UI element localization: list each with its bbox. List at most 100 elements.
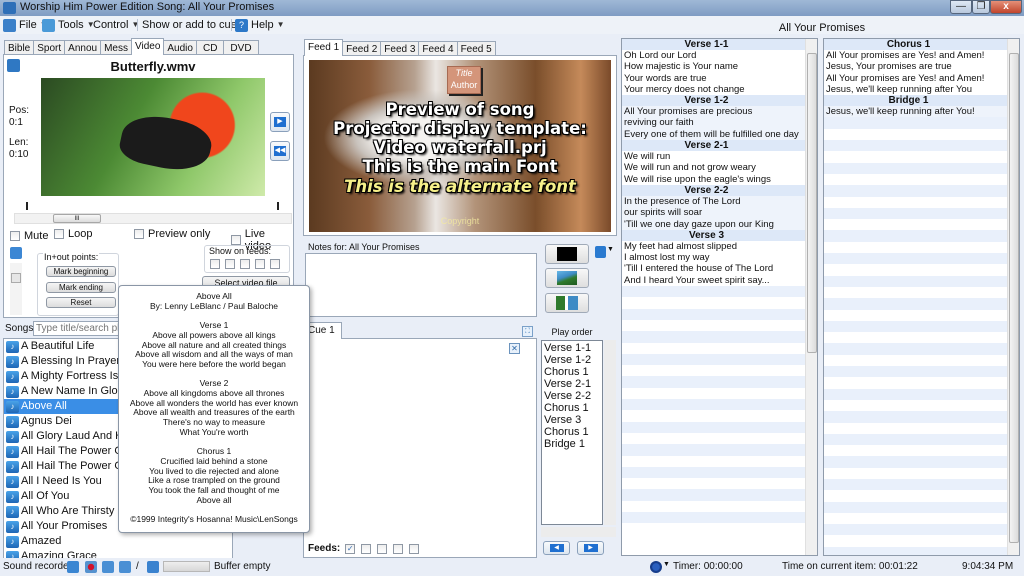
out-point-marker[interactable] [277, 202, 279, 210]
tab-feed-5[interactable]: Feed 5 [456, 41, 496, 56]
expand-icon[interactable]: ⛶ [522, 326, 533, 337]
lyric-line[interactable]: We will run [622, 151, 805, 162]
lyric-line[interactable]: Jesus, Your promises are true [824, 61, 1007, 72]
lyrics-left-scrollbar[interactable] [805, 39, 817, 555]
reset-button[interactable]: Reset [46, 297, 116, 308]
menu-control[interactable]: Control ▼ [93, 17, 139, 33]
lyric-line[interactable]: All Your promises are Yes! and Amen! [824, 50, 1007, 61]
play-order-item[interactable]: Chorus 1 [544, 402, 600, 414]
cue-feed-4-checkbox[interactable] [393, 543, 404, 554]
minimize-button[interactable]: — [950, 0, 972, 14]
lyric-line[interactable]: All Your promises are precious [622, 106, 805, 118]
rewind-button[interactable]: ◀◀ [270, 141, 290, 161]
lyric-line[interactable]: How majestic is Your name [622, 61, 805, 72]
loop-check[interactable] [54, 229, 64, 239]
play-order-item[interactable]: Bridge 1 [544, 438, 600, 450]
tab-video[interactable]: Video [130, 38, 165, 55]
menu-tools[interactable]: Tools ▼ [42, 17, 95, 33]
lyrics-left-scroll-thumb[interactable] [807, 53, 817, 353]
lyric-line[interactable]: Every one of them will be fulfilled one … [622, 128, 805, 141]
lyric-section-heading[interactable]: Verse 1-1 [622, 39, 805, 50]
tab-cd[interactable]: CD [195, 40, 225, 55]
play-order-list[interactable]: Verse 1-1 Verse 1-2 Chorus 1 Verse 2-1 Verse… [541, 340, 603, 525]
menu-help[interactable]: ? Help ▼ [235, 17, 285, 33]
tab-annou[interactable]: Annou [64, 40, 102, 55]
cue-feed-1-checkbox[interactable]: ✓ [345, 543, 356, 554]
lyric-line[interactable]: We will run and not grow weary [622, 162, 805, 173]
feed-5-check[interactable] [270, 259, 280, 269]
lyric-line[interactable]: reviving our faith [622, 117, 805, 129]
chevron-down-icon[interactable]: ▼ [663, 561, 670, 568]
scrollbar-thumb[interactable]: III [53, 214, 101, 223]
feed-2-check[interactable] [225, 259, 235, 269]
lyrics-right-scrollbar[interactable] [1007, 39, 1019, 555]
mark-ending-button[interactable]: Mark ending [46, 282, 116, 293]
tab-bible[interactable]: Bible [4, 40, 35, 55]
recorder-settings-icon[interactable] [67, 561, 79, 573]
open-recording-icon[interactable] [119, 561, 131, 573]
play-order-item[interactable]: Verse 2-1 [544, 378, 600, 390]
lyric-line[interactable]: And I heard Your sweet spirit say... [622, 275, 805, 286]
lyric-section-heading[interactable]: Verse 1-2 [622, 95, 805, 107]
feed-4-check[interactable] [255, 259, 265, 269]
tab-audio[interactable]: Audio [163, 40, 197, 55]
menu-file[interactable]: File▼ [3, 17, 48, 33]
lyric-line[interactable]: Your words are true [622, 73, 805, 84]
lyric-line[interactable]: 'Till we one day gaze upon our King [622, 218, 805, 230]
feed-1-check[interactable] [210, 259, 220, 269]
play-order-item[interactable]: Verse 1-1 [544, 342, 600, 354]
tab-feed-1[interactable]: Feed 1 [304, 39, 344, 56]
volume-slider[interactable] [10, 263, 22, 315]
volume-slider-thumb[interactable] [11, 273, 21, 283]
restore-button[interactable]: ❐ [972, 0, 990, 14]
chevron-down-icon[interactable]: ▼ [607, 246, 614, 253]
tab-mess[interactable]: Mess [100, 40, 132, 55]
mute-check[interactable] [10, 231, 20, 241]
split-background-button[interactable] [545, 293, 589, 313]
lyric-line[interactable]: All Your promises are Yes! and Amen! [824, 73, 1007, 84]
cue-feed-3-checkbox[interactable] [377, 543, 388, 554]
position-scrollbar[interactable]: III [14, 213, 292, 224]
video-settings-icon[interactable] [7, 59, 20, 72]
lyric-section-heading[interactable]: Verse 2-2 [622, 184, 805, 196]
speaker-icon[interactable] [147, 561, 159, 573]
play-order-item[interactable]: Verse 3 [544, 414, 600, 426]
lyrics-column-right[interactable]: Chorus 1 All Your promises are Yes! and A… [823, 38, 1020, 556]
tab-dvd[interactable]: DVD [223, 40, 259, 55]
lyric-line[interactable]: 'Till I entered the house of The Lord [622, 263, 805, 274]
cue-feed-2-checkbox[interactable] [361, 543, 372, 554]
lyric-line[interactable]: Jesus, we'll keep running after You [824, 84, 1007, 95]
lyric-line[interactable]: Jesus, we'll keep running after You! [824, 106, 1007, 118]
preview-only-check[interactable] [134, 229, 144, 239]
tab-feed-2[interactable]: Feed 2 [342, 41, 382, 56]
lyric-section-heading[interactable]: Verse 2-1 [622, 140, 805, 152]
notes-textarea[interactable] [305, 253, 537, 317]
lyric-section-heading[interactable]: Bridge 1 [824, 95, 1007, 107]
lyric-line[interactable]: My feet had almost slipped [622, 241, 805, 252]
save-recording-icon[interactable] [102, 561, 114, 573]
play-order-item[interactable]: Verse 2-2 [544, 390, 600, 402]
lyric-line[interactable]: our spirits will soar [622, 207, 805, 219]
cue-panel[interactable]: ✕ Feeds: ✓ [303, 338, 537, 558]
close-button[interactable]: x [990, 0, 1022, 14]
lyrics-right-scroll-thumb[interactable] [1009, 53, 1019, 543]
play-order-hscrollbar[interactable] [541, 527, 616, 537]
lyric-line[interactable]: In the presence of The Lord [622, 195, 805, 208]
mark-beginning-button[interactable]: Mark beginning [46, 266, 116, 277]
song-list-item[interactable]: ♪ Amazed [4, 534, 232, 549]
lyrics-column-left[interactable]: Verse 1-1 Oh Lord our Lord How majestic is… [621, 38, 818, 556]
tab-sport[interactable]: Sport [33, 40, 66, 55]
volume-icon[interactable] [10, 247, 22, 259]
black-screen-button[interactable] [545, 244, 589, 264]
loop-checkbox[interactable]: Loop [54, 228, 92, 240]
mute-checkbox[interactable]: Mute [10, 230, 48, 242]
lyric-line[interactable]: Your mercy does not change [622, 84, 805, 95]
lyric-section-heading[interactable]: Chorus 1 [824, 39, 1007, 50]
lyric-line[interactable]: I almost lost my way [622, 252, 805, 263]
lyric-section-heading[interactable]: Verse 3 [622, 229, 805, 241]
in-point-marker[interactable] [26, 202, 28, 210]
play-button[interactable]: ▶ [270, 112, 290, 132]
timer-clock-icon[interactable] [650, 561, 662, 573]
clear-cue-icon[interactable]: ✕ [509, 343, 520, 354]
previous-item-button[interactable]: ◀ [543, 541, 570, 555]
